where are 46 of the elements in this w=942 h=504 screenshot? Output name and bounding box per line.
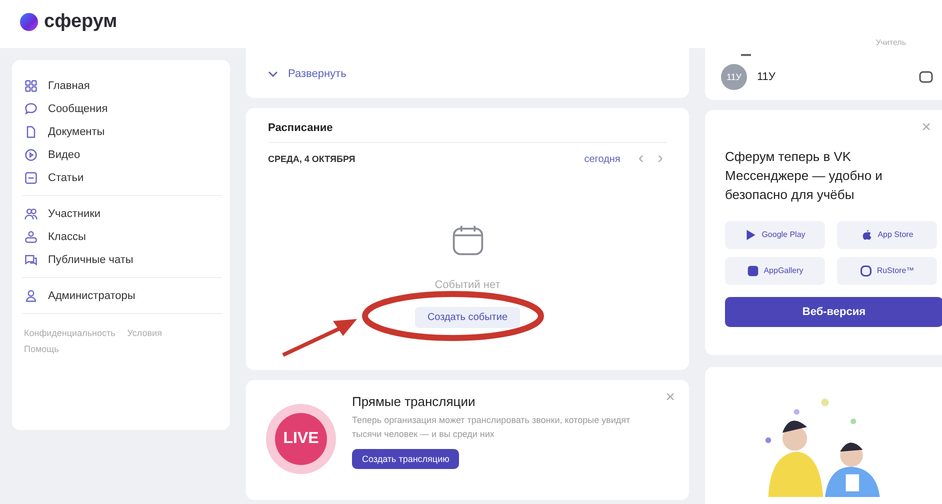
web-version-button[interactable]: Веб-версия — [725, 296, 942, 327]
sidebar-item[interactable]: Главная — [22, 74, 222, 97]
promo-text: Сферум теперь в VK Мессенджере — удобно и безопасно для учёбы — [725, 148, 884, 204]
sidebar-item[interactable]: Участники — [22, 202, 222, 225]
schedule-title: Расписание — [268, 122, 667, 143]
video-camera-icon[interactable] — [919, 71, 933, 83]
store-button[interactable]: App Store — [837, 220, 937, 249]
user-role: Учитель — [876, 38, 906, 47]
live-badge: LIVE — [275, 413, 327, 465]
date-label: СРЕДА, 4 ОКТЯБРЯ — [268, 154, 356, 164]
chat-name[interactable]: 11У — [757, 71, 909, 83]
live-description: Теперь организация может транслировать звонки, которые увидят тысячи человек — и вы среди них — [352, 414, 632, 441]
menu-icon — [24, 252, 38, 266]
create-event-button[interactable]: Создать событие — [415, 307, 520, 328]
sidebar-item[interactable]: Статьи — [22, 166, 222, 189]
chevron-icon — [268, 71, 278, 77]
sidebar-item[interactable]: Видео — [22, 143, 222, 166]
store-logo-icon — [860, 228, 873, 241]
create-stream-button[interactable]: Создать трансляцию — [352, 449, 460, 469]
menu-icon — [24, 288, 38, 302]
sidebar-item[interactable]: Документы — [22, 120, 222, 143]
store-logo-icon — [860, 264, 872, 277]
menu-icon — [24, 230, 38, 244]
logo-text[interactable]: сферум — [44, 11, 118, 33]
calendar-icon — [450, 223, 484, 257]
menu-icon — [24, 170, 38, 184]
store-logo-icon — [744, 228, 757, 241]
menu-icon — [24, 206, 38, 220]
menu-icon — [24, 102, 38, 116]
store-button[interactable]: Google Play — [725, 220, 825, 249]
sidebar-item[interactable]: Публичные чаты — [22, 248, 222, 271]
empty-state-text: Событий нет — [434, 279, 500, 291]
sidebar-item[interactable]: Классы — [22, 225, 222, 248]
sidebar-item[interactable]: Сообщения — [22, 97, 222, 120]
menu-icon — [24, 148, 38, 162]
store-logo-icon — [746, 264, 759, 277]
today-link[interactable]: сегодня — [584, 154, 620, 164]
store-button[interactable]: RuStore™ — [837, 256, 937, 285]
menu-icon — [24, 78, 38, 92]
avatar: 11У — [721, 64, 747, 90]
sidebar-item[interactable]: Администраторы — [22, 284, 222, 307]
menu-icon — [24, 124, 38, 138]
live-title: Прямые трансляции — [352, 394, 476, 409]
store-button[interactable]: AppGallery — [725, 256, 825, 285]
logo-icon — [20, 13, 38, 31]
expand-link[interactable]: Развернуть — [268, 68, 346, 80]
